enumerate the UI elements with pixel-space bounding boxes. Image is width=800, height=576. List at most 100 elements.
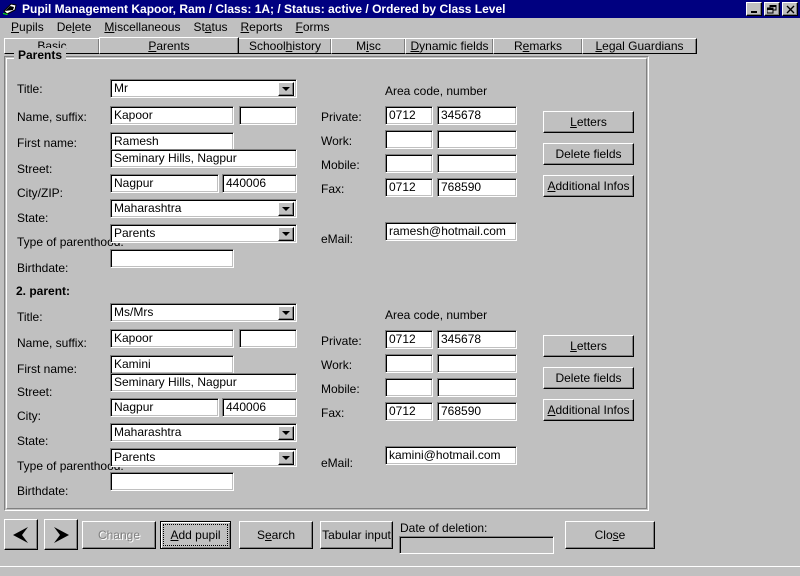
chevron-down-icon[interactable] <box>278 227 294 241</box>
search-button[interactable]: Search <box>239 521 313 549</box>
input-street-1[interactable]: Seminary Hills, Nagpur <box>110 149 297 168</box>
input-private-number-1[interactable]: 345678 <box>437 106 517 125</box>
input-name-2[interactable]: Kapoor <box>110 329 234 348</box>
input-work-area-1[interactable] <box>385 130 433 149</box>
input-birthdate-1[interactable] <box>110 249 234 268</box>
parents-group-legend: Parents <box>14 48 67 62</box>
input-city-2[interactable]: Nagpur <box>110 398 219 417</box>
combo-title-1-value: Mr <box>114 81 128 95</box>
menu-forms[interactable]: Forms <box>290 19 337 35</box>
chevron-down-icon[interactable] <box>278 451 294 465</box>
tab-school-history[interactable]: School h istory <box>238 38 332 54</box>
additional-infos-button-2[interactable]: Additional Infos <box>543 399 634 421</box>
combo-type-parenthood-2[interactable]: Parents <box>110 448 297 467</box>
input-mobile-number-1[interactable] <box>437 154 517 173</box>
input-work-area-2[interactable] <box>385 354 433 373</box>
input-name-1[interactable]: Kapoor <box>110 106 234 125</box>
menu-status[interactable]: Status <box>187 19 234 35</box>
delete-fields-button-2[interactable]: Delete fields <box>543 367 634 389</box>
second-parent-header: 2. parent: <box>16 284 71 298</box>
input-mobile-number-2[interactable] <box>437 378 517 397</box>
menu-delete[interactable]: Delete <box>51 19 99 35</box>
window-titlebar[interactable]: Pupil Management Kapoor, Ram / Class: 1A… <box>0 0 800 18</box>
combo-title-2-value: Ms/Mrs <box>114 305 154 319</box>
label-first-name-1: First name: <box>17 136 78 150</box>
input-fax-area-1[interactable]: 0712 <box>385 178 433 197</box>
label-name-suffix-1: Name, suffix: <box>17 110 87 124</box>
input-city-1[interactable]: Nagpur <box>110 174 219 193</box>
next-record-button[interactable] <box>44 519 78 550</box>
close-button[interactable]: Close <box>565 521 655 549</box>
label-private-2: Private: <box>321 334 362 348</box>
tabular-input-button-label: Tabular input <box>322 528 391 542</box>
tab-parents[interactable]: Parents <box>99 37 239 54</box>
chevron-down-icon[interactable] <box>278 82 294 96</box>
input-fax-number-2[interactable]: 768590 <box>437 402 517 421</box>
input-email-2[interactable]: kamini@hotmail.com <box>385 446 517 465</box>
chevron-down-icon[interactable] <box>278 306 294 320</box>
label-email-2: eMail: <box>321 456 354 470</box>
add-pupil-button[interactable]: Add pupil <box>160 521 231 549</box>
menubar: Pupils Delete Miscellaneous Status Repor… <box>0 18 800 35</box>
tab-remarks[interactable]: Re marks <box>493 38 583 54</box>
window-title: Pupil Management Kapoor, Ram / Class: 1A… <box>22 2 506 16</box>
minimize-icon[interactable] <box>746 2 762 16</box>
prev-record-button[interactable] <box>4 519 38 550</box>
label-private-1: Private: <box>321 110 362 124</box>
input-suffix-2[interactable] <box>239 329 297 348</box>
letters-button-2[interactable]: Letters <box>543 335 634 357</box>
input-email-1[interactable]: ramesh@hotmail.com <box>385 222 517 241</box>
input-fax-number-1[interactable]: 768590 <box>437 178 517 197</box>
letters-button-1[interactable]: Letters <box>543 111 634 133</box>
label-first-name-2: First name: <box>17 362 78 376</box>
combo-title-1[interactable]: Mr <box>110 79 297 98</box>
input-zip-1[interactable]: 440006 <box>222 174 297 193</box>
input-zip-2[interactable]: 440006 <box>222 398 297 417</box>
additional-infos-button-1[interactable]: Additional Infos <box>543 175 634 197</box>
input-mobile-area-2[interactable] <box>385 378 433 397</box>
tabstrip: Basic Parents School h istory Mi sc Dynami… <box>4 37 697 54</box>
delete-fields-button-1[interactable]: Delete fields <box>543 143 634 165</box>
input-private-area-1[interactable]: 0712 <box>385 106 433 125</box>
label-work-1: Work: <box>321 134 353 148</box>
input-private-number-2[interactable]: 345678 <box>437 330 517 349</box>
label-street-1: Street: <box>17 162 53 176</box>
label-name-suffix-2: Name, suffix: <box>17 336 87 350</box>
date-of-deletion-label: Date of deletion: <box>400 521 488 535</box>
combo-state-1[interactable]: Maharashtra <box>110 199 297 218</box>
input-mobile-area-1[interactable] <box>385 154 433 173</box>
restore-icon[interactable] <box>764 2 780 16</box>
combo-state-2[interactable]: Maharashtra <box>110 423 297 442</box>
input-work-number-1[interactable] <box>437 130 517 149</box>
input-street-2[interactable]: Seminary Hills, Nagpur <box>110 373 297 392</box>
combo-title-2[interactable]: Ms/Mrs <box>110 303 297 322</box>
menu-miscellaneous[interactable]: Miscellaneous <box>98 19 187 35</box>
menu-reports[interactable]: Reports <box>235 19 290 35</box>
label-type-parenthood-1: Type of parenthood. <box>17 235 124 249</box>
input-birthdate-2[interactable] <box>110 472 234 491</box>
input-suffix-1[interactable] <box>239 106 297 125</box>
label-street-2: Street: <box>17 385 53 399</box>
menu-pupils[interactable]: Pupils <box>5 19 51 35</box>
change-button-label: Change <box>97 528 141 542</box>
date-of-deletion-input[interactable] <box>399 536 554 554</box>
label-email-1: eMail: <box>321 232 354 246</box>
input-private-area-2[interactable]: 0712 <box>385 330 433 349</box>
combo-type-parenthood-1[interactable]: Parents <box>110 224 297 243</box>
label-fax-1: Fax: <box>321 182 345 196</box>
input-first-name-2[interactable]: Kamini <box>110 355 234 374</box>
chevron-down-icon[interactable] <box>278 426 294 440</box>
close-icon[interactable] <box>782 2 798 16</box>
change-button[interactable]: Change <box>82 521 156 549</box>
input-fax-area-2[interactable]: 0712 <box>385 402 433 421</box>
input-work-number-2[interactable] <box>437 354 517 373</box>
tab-misc[interactable]: Mi sc <box>331 38 406 54</box>
pupil-app-icon[interactable] <box>2 2 18 16</box>
tabular-input-button[interactable]: Tabular input <box>320 521 393 549</box>
chevron-down-icon[interactable] <box>278 202 294 216</box>
label-city-zip-1: City/ZIP: <box>17 186 64 200</box>
label-city-2: City: <box>17 409 41 423</box>
tab-dynamic-fields[interactable]: Dynamic fields <box>405 38 494 54</box>
search-button-label: Search <box>256 528 296 542</box>
tab-legal-guardians[interactable]: Legal Guardians <box>582 38 697 54</box>
